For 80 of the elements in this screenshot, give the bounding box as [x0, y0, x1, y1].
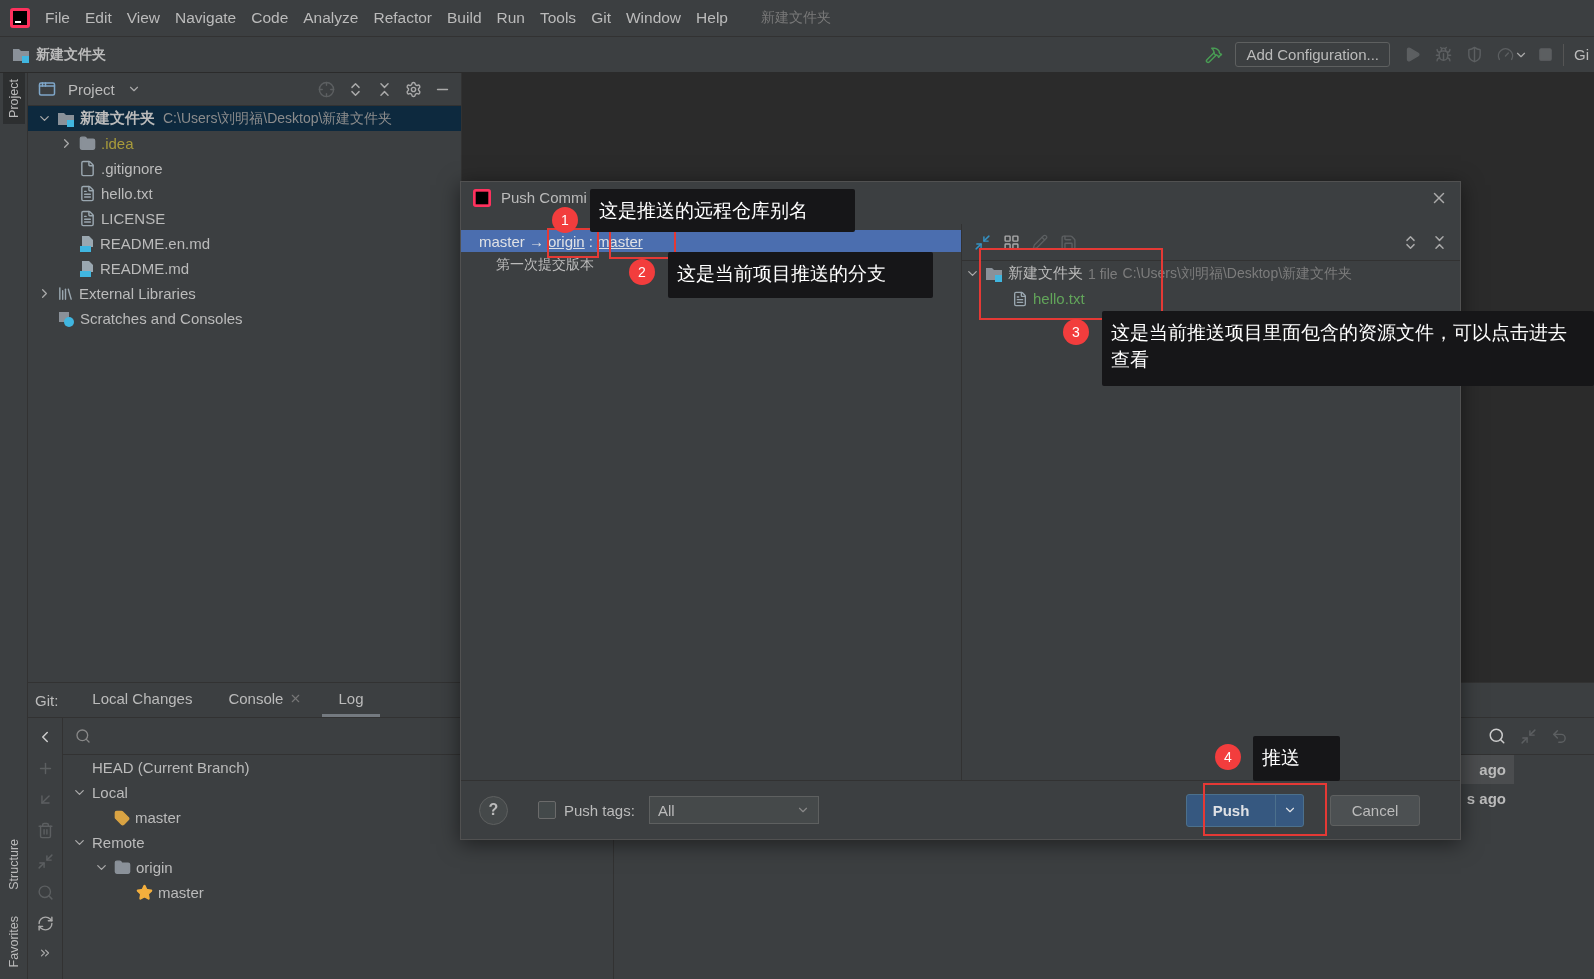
save-icon[interactable] — [1060, 233, 1077, 251]
side-tab[interactable]: Favorites — [2, 909, 25, 973]
window-icon — [38, 80, 56, 98]
tree-row[interactable]: hello.txt — [28, 181, 461, 206]
cancel-button[interactable]: Cancel — [1330, 794, 1420, 826]
hammer-icon[interactable] — [1205, 45, 1224, 64]
menu-item[interactable]: Git — [591, 9, 611, 27]
menu-item[interactable]: Tools — [539, 9, 577, 27]
star-icon — [136, 884, 153, 901]
tree-row[interactable]: External Libraries — [28, 281, 461, 306]
commit-message[interactable]: 第一次提交版本 — [496, 256, 594, 274]
menu-item[interactable]: Build — [447, 9, 482, 27]
tree-row[interactable]: README.md — [28, 256, 461, 281]
folder-icon — [79, 135, 96, 152]
folder-icon — [114, 859, 131, 876]
more-icon[interactable] — [38, 946, 52, 960]
file-icon — [79, 210, 96, 227]
folder-icon — [12, 46, 30, 63]
annotation-callout: 这是推送的远程仓库别名 — [590, 189, 855, 232]
menu-item[interactable]: File — [45, 9, 70, 27]
tag-icon — [114, 809, 130, 826]
window-title: 新建文件夹 — [760, 9, 831, 27]
remote-link[interactable]: origin — [548, 232, 585, 250]
dialog-title: Push Commi — [501, 189, 587, 206]
help-button[interactable]: ? — [479, 795, 508, 825]
menu-item[interactable]: Edit — [85, 9, 112, 27]
file-icon — [79, 185, 96, 202]
menu-item[interactable]: Navigate — [175, 9, 237, 27]
search-icon[interactable] — [75, 728, 91, 744]
side-tab[interactable]: Structure — [2, 832, 25, 896]
settings-icon[interactable] — [405, 80, 422, 98]
menu-item[interactable]: Run — [496, 9, 525, 27]
panel-label: Git: — [35, 690, 59, 711]
push-tags-checkbox[interactable]: Push tags: — [538, 801, 635, 819]
arrows-icon[interactable] — [974, 233, 991, 251]
toolbar-label[interactable]: Gi — [1574, 46, 1594, 63]
scratch-icon — [57, 309, 75, 328]
panel-title[interactable]: Project — [68, 80, 115, 98]
menu-item[interactable]: Analyze — [303, 9, 359, 27]
tab[interactable]: Log — [322, 683, 380, 717]
tab[interactable]: Local Changes — [76, 683, 209, 717]
app-logo-icon — [473, 189, 491, 207]
tags-select[interactable]: All — [648, 796, 819, 824]
branch-row[interactable]: Remote — [63, 830, 613, 855]
breadcrumb[interactable]: 新建文件夹 — [36, 45, 106, 64]
menu-item[interactable]: Window — [625, 9, 682, 27]
tree-row[interactable]: .gitignore — [28, 156, 461, 181]
pencil-icon[interactable] — [1032, 234, 1048, 250]
add-configuration-button[interactable]: Add Configuration... — [1235, 42, 1390, 67]
folder-icon — [57, 110, 75, 127]
tree-row[interactable]: README.en.md — [28, 231, 461, 256]
file-icon — [1012, 290, 1028, 307]
tree-row[interactable]: 新建文件夹 C:\Users\刘明福\Desktop\新建文件夹 — [28, 106, 461, 131]
menu-item[interactable]: View — [126, 9, 161, 27]
refresh-icon[interactable] — [36, 915, 54, 932]
menu-item[interactable]: Code — [251, 9, 289, 27]
tree-row[interactable]: .idea — [28, 131, 461, 156]
menu-item[interactable]: Refactor — [373, 9, 433, 27]
tree-row[interactable]: LICENSE — [28, 206, 461, 231]
commit-date: s ago — [1466, 790, 1506, 807]
menu-item[interactable]: Help — [696, 9, 728, 27]
annotation-callout: 这是当前项目推送的分支 — [668, 252, 933, 298]
side-tab[interactable]: Project — [2, 73, 25, 124]
branch-row[interactable]: origin — [63, 855, 613, 880]
file-icon — [79, 160, 96, 177]
folder-icon — [985, 265, 1003, 282]
app-logo-icon — [10, 8, 30, 28]
folder-path: C:\Users\刘明福\Desktop\新建文件夹 — [163, 109, 393, 128]
annotation-callout: 这是当前推送项目里面包含的资源文件，可以点击进去查看 — [1102, 311, 1594, 386]
commit-date: ago — [1479, 761, 1506, 778]
library-icon — [57, 285, 74, 302]
annotation-callout: 推送 — [1253, 736, 1340, 781]
branch-row[interactable]: master — [63, 880, 613, 905]
search-icon[interactable] — [1488, 727, 1506, 745]
markdown-file-icon — [79, 259, 95, 278]
tree-row[interactable]: Scratches and Consoles — [28, 306, 461, 331]
tab[interactable]: Console — [212, 683, 319, 717]
changed-file[interactable]: hello.txt — [1033, 290, 1085, 307]
markdown-file-icon — [79, 234, 95, 253]
grid-icon[interactable] — [1003, 233, 1020, 251]
